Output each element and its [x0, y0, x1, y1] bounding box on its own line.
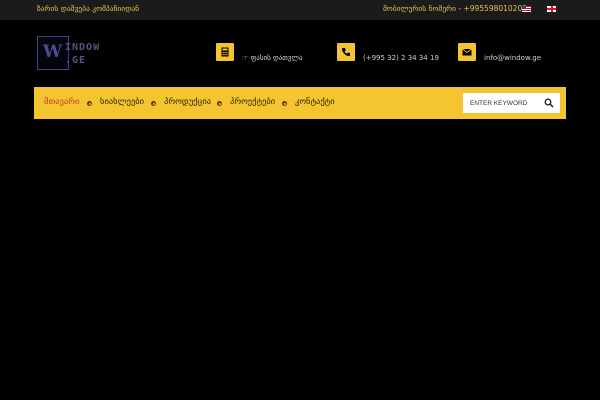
english-flag-icon[interactable]	[522, 6, 531, 12]
logo-letter: W	[43, 42, 63, 62]
nav-separator-icon	[87, 101, 92, 106]
site-logo[interactable]: W INDOW .GE	[37, 36, 107, 70]
nav-item-projects[interactable]: პროექტები	[230, 97, 275, 107]
hand-pointer-icon: ☞	[242, 54, 249, 62]
phone-icon	[337, 43, 355, 61]
email-link[interactable]: info@window.ge	[484, 54, 541, 62]
mobile-phone-text: მობილურის ნომერი - +995598010202	[382, 4, 527, 13]
search-box	[463, 93, 560, 113]
price-calculator-label: ფასის დათვლა	[250, 54, 303, 62]
logo-text-line1: INDOW	[65, 42, 101, 53]
nav-item-home[interactable]: მთავარი	[44, 97, 79, 107]
search-input[interactable]	[463, 93, 541, 113]
envelope-icon	[458, 43, 476, 61]
nav-item-products[interactable]: პროდუქცია	[164, 97, 211, 107]
call-request-link[interactable]: ზარის დაშვება კომპანიიდან	[37, 4, 139, 13]
nav-item-news[interactable]: სიახლეები	[100, 97, 144, 107]
top-bar: ზარის დაშვება კომპანიიდან მობილურის ნომე…	[0, 0, 600, 20]
nav-separator-icon	[282, 101, 287, 106]
phone-number[interactable]: (+995 32) 2 34 34 19	[363, 54, 439, 62]
nav-item-contact[interactable]: კონტაქტი	[295, 97, 335, 107]
nav-separator-icon	[151, 101, 156, 106]
price-calculator-link[interactable]: ☞ ფასის დათვლა	[242, 54, 303, 62]
calculator-icon[interactable]	[216, 43, 234, 61]
search-icon[interactable]	[544, 98, 554, 108]
nav-separator-icon	[217, 101, 222, 106]
logo-text-line2: .GE	[65, 55, 87, 66]
georgian-flag-icon[interactable]	[547, 6, 556, 12]
